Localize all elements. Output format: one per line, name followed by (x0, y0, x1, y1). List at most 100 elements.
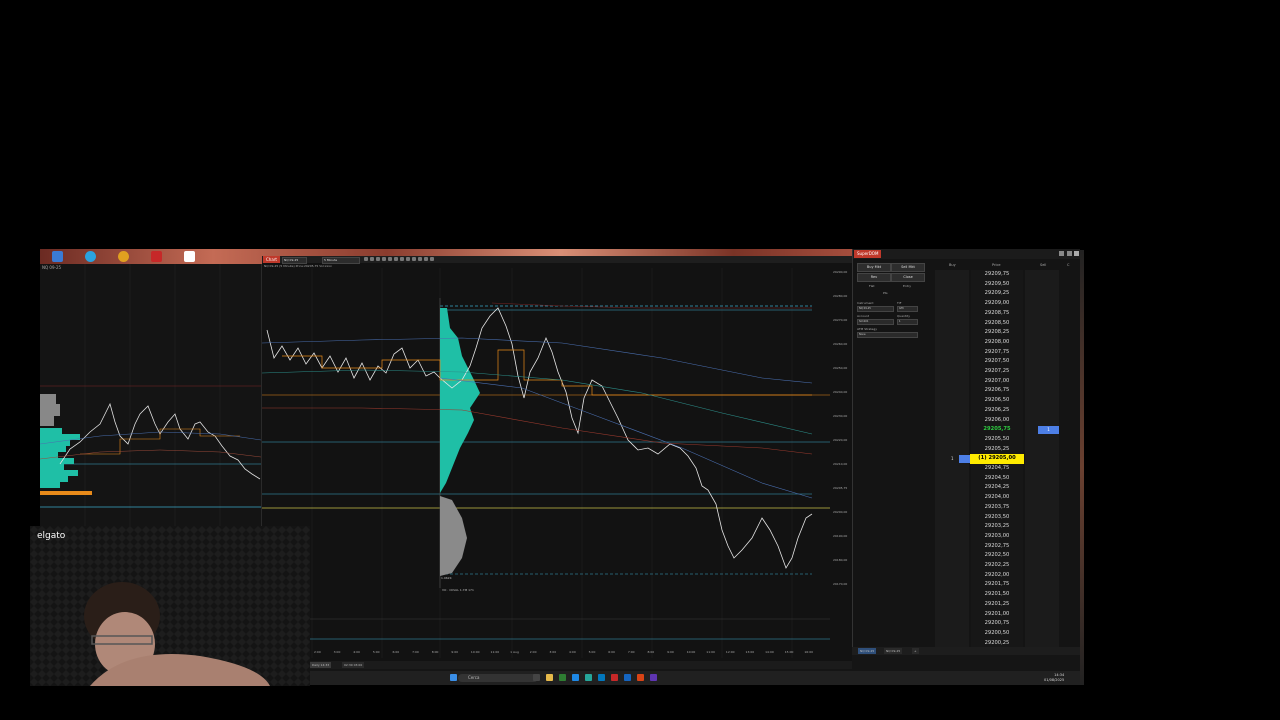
ladder-row[interactable]: 29208,25 (935, 328, 1075, 338)
drawing-tools-icon[interactable] (376, 257, 380, 261)
ladder-row[interactable]: 29204,75 (935, 464, 1075, 474)
ladder-row[interactable]: 29206,25 (935, 406, 1075, 416)
instrument-select[interactable]: NQ 09-25 (857, 306, 894, 312)
ladder-row[interactable]: 29205,25 (935, 445, 1075, 455)
app-icon[interactable] (585, 674, 592, 681)
templates-icon[interactable] (400, 257, 404, 261)
ladder-row[interactable]: 29204,00 (935, 493, 1075, 503)
main-chart-window[interactable]: Chart NQ 09-25 5 Minute NQ 09-25 (5 Minu… (262, 256, 852, 669)
superdom-tab-1[interactable]: NQ 09-25 (858, 648, 877, 654)
sell-order-marker[interactable]: 1 (1038, 426, 1059, 435)
ladder-row[interactable]: 29205,50 (935, 435, 1075, 445)
chart-tab-intraday[interactable]: 02:30 03:00 (342, 662, 365, 668)
ladder-row[interactable]: 29206,50 (935, 396, 1075, 406)
ladder-row[interactable]: 29209,00 (935, 299, 1075, 309)
taskbar-search-input[interactable]: Cerca (458, 674, 538, 682)
ladder-row[interactable]: 29206,75 (935, 386, 1075, 396)
properties-icon[interactable] (394, 257, 398, 261)
ladder-row[interactable]: 29202,25 (935, 561, 1075, 571)
close-icon[interactable] (1074, 251, 1079, 256)
maximize-icon[interactable] (1067, 251, 1072, 256)
ladder-row[interactable]: 29201,25 (935, 600, 1075, 610)
link-icon[interactable] (418, 257, 422, 261)
ladder-row[interactable]: 29201,50 (935, 590, 1075, 600)
ladder-row[interactable]: 29202,00 (935, 571, 1075, 581)
document-icon[interactable] (184, 251, 195, 262)
ladder-row[interactable]: 29207,00 (935, 377, 1075, 387)
buy-order-marker[interactable] (959, 455, 970, 464)
ladder-row[interactable]: 29209,50 (935, 280, 1075, 290)
ladder-row[interactable]: 29208,75 (935, 309, 1075, 319)
start-menu-icon[interactable] (450, 674, 457, 681)
data-box-icon[interactable] (424, 257, 428, 261)
minimize-icon[interactable] (1059, 251, 1064, 256)
crosshair-icon[interactable] (364, 257, 368, 261)
close-position-button[interactable]: Close (891, 273, 925, 282)
reverse-button[interactable]: Rev (857, 273, 891, 282)
app-icon[interactable] (52, 251, 63, 262)
ladder-row[interactable]: 29208,50 (935, 319, 1075, 329)
ladder-row[interactable]: 29204,50 (935, 474, 1075, 484)
ladder-row[interactable]: 29202,50 (935, 551, 1075, 561)
time-axis[interactable]: 2:00 3:00 4:00 5:00 6:00 7:00 8:00 9:00 10:00 11:… (262, 648, 852, 656)
app-icon[interactable] (637, 674, 644, 681)
price-ladder[interactable]: Buy Price Sell C 29209,75 29209,50 29209,2… (935, 261, 1075, 655)
superdom-title[interactable]: SuperDOM (854, 250, 882, 258)
price-axis[interactable]: 29290,00 29280,00 29270,00 29260,00 29250,00… (830, 270, 852, 610)
add-tab-icon[interactable]: + (912, 648, 919, 654)
settings-icon[interactable] (430, 257, 434, 261)
app-icon[interactable] (559, 674, 566, 681)
file-explorer-icon[interactable] (546, 674, 553, 681)
chart-tab-daily[interactable]: Daily 14:33 (310, 662, 332, 668)
app-icon[interactable] (598, 674, 605, 681)
ladder-row[interactable]: 29207,50 (935, 357, 1075, 367)
account-select[interactable]: Sim101 (857, 319, 894, 325)
ladder-row[interactable]: 29208,00 (935, 338, 1075, 348)
ladder-row[interactable]: 29203,75 (935, 503, 1075, 513)
ladder-row[interactable]: 29202,75 (935, 542, 1075, 552)
app-icon[interactable] (624, 674, 631, 681)
ladder-row[interactable]: 29201,75 (935, 580, 1075, 590)
ladder-row[interactable]: (1) 29205,00 1 (935, 454, 1075, 464)
ladder-row[interactable]: 29204,25 (935, 483, 1075, 493)
zoom-icon[interactable] (370, 257, 374, 261)
telegram-icon[interactable] (85, 251, 96, 262)
ninjatrader-icon[interactable] (611, 674, 618, 681)
quantity-stepper[interactable]: 1 (897, 319, 918, 325)
buy-market-button[interactable]: Buy Mkt (857, 263, 891, 272)
strategies-icon[interactable] (388, 257, 392, 261)
period-selector[interactable]: 5 Minute (322, 257, 360, 264)
ladder-row[interactable]: 29201,00 (935, 610, 1075, 620)
time-axis-tick: 4:00 (569, 650, 576, 654)
ladder-row[interactable]: 29207,75 (935, 348, 1075, 358)
ladder-row[interactable]: 29206,00 (935, 416, 1075, 426)
ladder-row[interactable]: 29209,75 (935, 270, 1075, 280)
app-icon[interactable] (118, 251, 129, 262)
left-chart-panel[interactable]: NQ 09-25 (40, 264, 262, 528)
pdf-icon[interactable] (151, 251, 162, 262)
ladder-row[interactable]: 29205,75 1 (935, 425, 1075, 435)
snapshot-icon[interactable] (412, 257, 416, 261)
ladder-row[interactable]: 29203,00 (935, 532, 1075, 542)
indicators-icon[interactable] (382, 257, 386, 261)
ladder-row[interactable]: 29200,75 (935, 619, 1075, 629)
task-view-icon[interactable] (533, 674, 540, 681)
superdom-window[interactable]: SuperDOM Buy Mkt Sell Mkt Rev Close Flat… (852, 249, 1080, 655)
ladder-row[interactable]: 29203,50 (935, 513, 1075, 523)
app-icon[interactable] (650, 674, 657, 681)
price-chart-canvas[interactable] (262, 268, 830, 658)
tif-select[interactable]: GTC (897, 306, 918, 312)
chart-trader-icon[interactable] (406, 257, 410, 261)
superdom-tab-2[interactable]: NQ 09-25 (884, 648, 903, 654)
ladder-row[interactable]: 29200,50 (935, 629, 1075, 639)
edge-icon[interactable] (572, 674, 579, 681)
instrument-selector[interactable]: NQ 09-25 (282, 257, 307, 264)
system-clock[interactable]: 14:34 01/08/2025 (1044, 673, 1064, 682)
ladder-row[interactable]: 29209,25 (935, 289, 1075, 299)
ladder-row[interactable]: 29203,25 (935, 522, 1075, 532)
ladder-body[interactable]: 29209,75 29209,50 29209,25 29209,00 29208,75… (935, 270, 1075, 655)
ladder-row[interactable]: 29207,25 (935, 367, 1075, 377)
sell-market-button[interactable]: Sell Mkt (891, 263, 925, 272)
atm-strategy-select[interactable]: None (857, 332, 918, 338)
chart-tab[interactable]: Chart (263, 256, 280, 263)
